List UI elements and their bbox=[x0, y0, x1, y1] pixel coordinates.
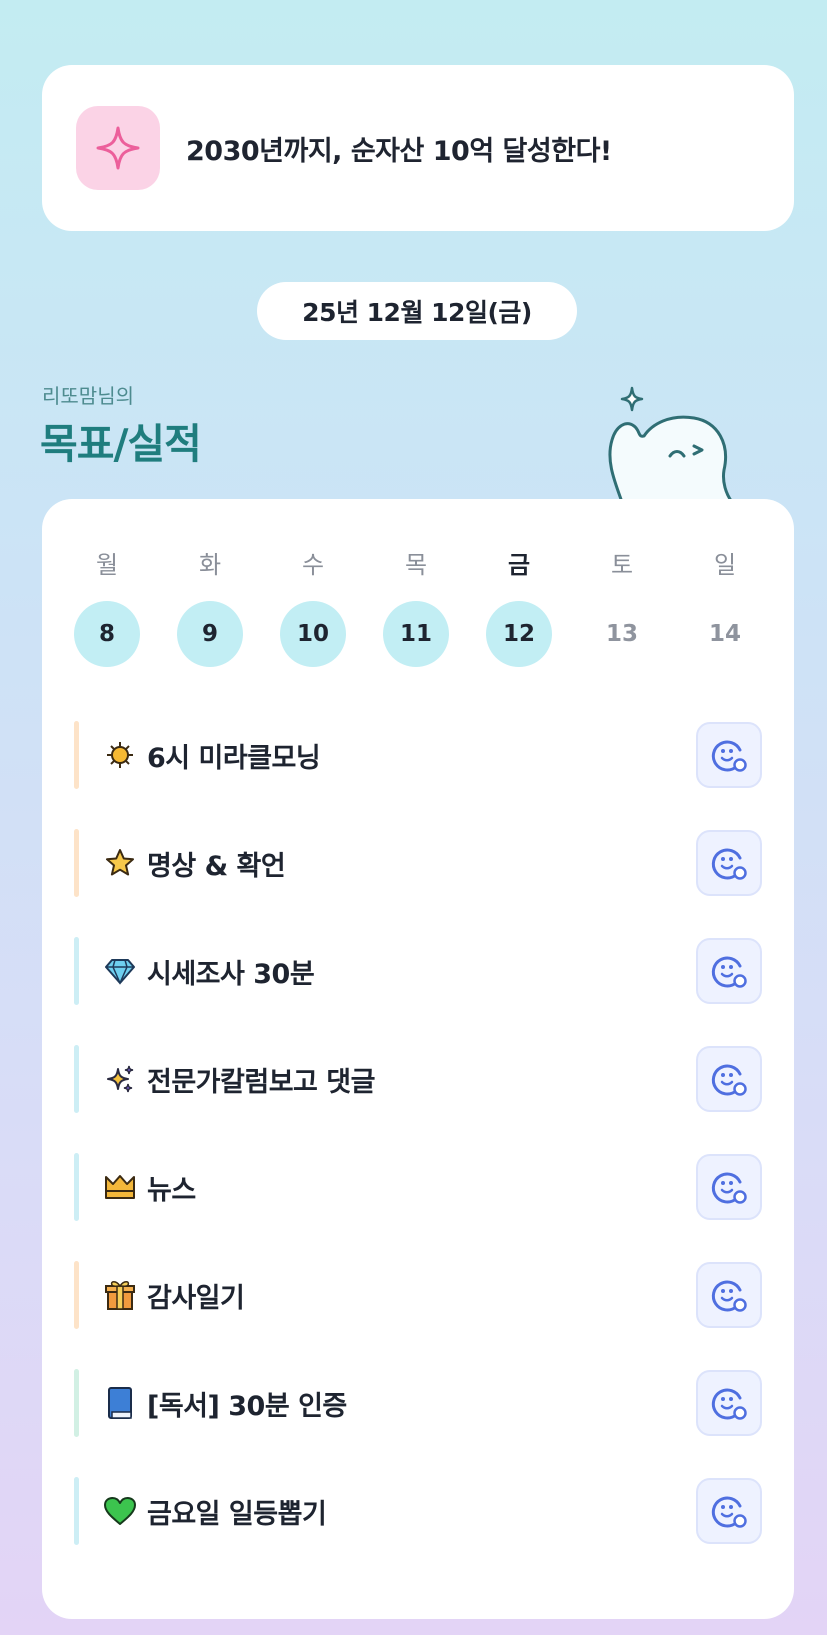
day-sat[interactable]: 토 13 bbox=[589, 547, 655, 667]
day-wed[interactable]: 수 10 bbox=[280, 547, 346, 667]
day-tue[interactable]: 화 9 bbox=[177, 547, 243, 667]
smile-add-icon bbox=[711, 740, 747, 772]
day-number: 9 bbox=[177, 601, 243, 667]
task-item[interactable]: 전문가칼럼보고 댓글 bbox=[74, 1045, 762, 1113]
sun-icon bbox=[103, 738, 137, 772]
day-number: 8 bbox=[74, 601, 140, 667]
day-mon[interactable]: 월 8 bbox=[74, 547, 140, 667]
day-name: 금 bbox=[507, 551, 531, 579]
check-in-button[interactable] bbox=[696, 1370, 762, 1436]
day-number: 12 bbox=[486, 601, 552, 667]
day-number: 13 bbox=[605, 621, 638, 647]
task-label: 감사일기 bbox=[147, 1282, 245, 1314]
check-in-button[interactable] bbox=[696, 1046, 762, 1112]
day-sun[interactable]: 일 14 bbox=[692, 547, 758, 667]
smile-add-icon bbox=[711, 1172, 747, 1204]
star-icon bbox=[103, 846, 137, 880]
heart-icon bbox=[103, 1494, 137, 1528]
task-item[interactable]: [독서] 30분 인증 bbox=[74, 1369, 762, 1437]
task-item[interactable]: 6시 미라클모닝 bbox=[74, 721, 762, 789]
task-accent-bar bbox=[74, 829, 79, 897]
smile-add-icon bbox=[711, 1388, 747, 1420]
day-number: 10 bbox=[280, 601, 346, 667]
day-name: 화 bbox=[198, 551, 222, 579]
day-name: 월 bbox=[95, 551, 119, 579]
day-thu[interactable]: 목 11 bbox=[383, 547, 449, 667]
check-in-button[interactable] bbox=[696, 1478, 762, 1544]
goal-text: 2030년까지, 순자산 10억 달성한다! bbox=[186, 135, 612, 167]
day-name: 수 bbox=[301, 551, 325, 579]
main-card: 월 8 화 9 수 10 목 11 금 12 토 13 일 14 6시 미라클모… bbox=[42, 499, 794, 1619]
check-in-button[interactable] bbox=[696, 722, 762, 788]
day-name: 목 bbox=[404, 551, 428, 579]
task-accent-bar bbox=[74, 1045, 79, 1113]
sparkle-icon bbox=[76, 106, 160, 190]
section-title: 목표/실적 bbox=[40, 420, 202, 468]
day-number: 11 bbox=[383, 601, 449, 667]
task-accent-bar bbox=[74, 1369, 79, 1437]
smile-add-icon bbox=[711, 1496, 747, 1528]
smile-add-icon bbox=[711, 848, 747, 880]
task-label: 시세조사 30분 bbox=[147, 958, 315, 990]
task-accent-bar bbox=[74, 1153, 79, 1221]
goal-card[interactable]: 2030년까지, 순자산 10억 달성한다! bbox=[42, 65, 794, 231]
check-in-button[interactable] bbox=[696, 938, 762, 1004]
smile-add-icon bbox=[711, 956, 747, 988]
gift-icon bbox=[103, 1278, 137, 1312]
task-accent-bar bbox=[74, 937, 79, 1005]
day-number: 14 bbox=[708, 621, 741, 647]
day-fri[interactable]: 금 12 bbox=[486, 547, 552, 667]
diamond-icon bbox=[103, 954, 137, 988]
date-pill[interactable]: 25년 12월 12일(금) bbox=[257, 282, 577, 340]
task-label: 금요일 일등뽑기 bbox=[147, 1498, 327, 1530]
task-item[interactable]: 금요일 일등뽑기 bbox=[74, 1477, 762, 1545]
task-label: [독서] 30분 인증 bbox=[147, 1390, 347, 1422]
task-item[interactable]: 뉴스 bbox=[74, 1153, 762, 1221]
task-label: 명상 & 확언 bbox=[147, 850, 286, 882]
book-icon bbox=[103, 1386, 137, 1420]
task-label: 뉴스 bbox=[147, 1174, 196, 1206]
task-label: 전문가칼럼보고 댓글 bbox=[147, 1066, 375, 1098]
check-in-button[interactable] bbox=[696, 1262, 762, 1328]
owner-label: 리또맘님의 bbox=[42, 384, 134, 408]
task-item[interactable]: 감사일기 bbox=[74, 1261, 762, 1329]
task-item[interactable]: 시세조사 30분 bbox=[74, 937, 762, 1005]
task-accent-bar bbox=[74, 1477, 79, 1545]
task-label: 6시 미라클모닝 bbox=[147, 742, 321, 774]
smile-add-icon bbox=[711, 1280, 747, 1312]
week-calendar: 월 8 화 9 수 10 목 11 금 12 토 13 일 14 bbox=[74, 547, 794, 677]
mascot-illustration bbox=[600, 370, 760, 506]
day-name: 일 bbox=[713, 551, 737, 579]
crown-icon bbox=[103, 1170, 137, 1204]
task-accent-bar bbox=[74, 721, 79, 789]
sparkles-icon bbox=[103, 1062, 137, 1096]
check-in-button[interactable] bbox=[696, 1154, 762, 1220]
task-accent-bar bbox=[74, 1261, 79, 1329]
check-in-button[interactable] bbox=[696, 830, 762, 896]
smile-add-icon bbox=[711, 1064, 747, 1096]
day-name: 토 bbox=[610, 551, 634, 579]
task-item[interactable]: 명상 & 확언 bbox=[74, 829, 762, 897]
